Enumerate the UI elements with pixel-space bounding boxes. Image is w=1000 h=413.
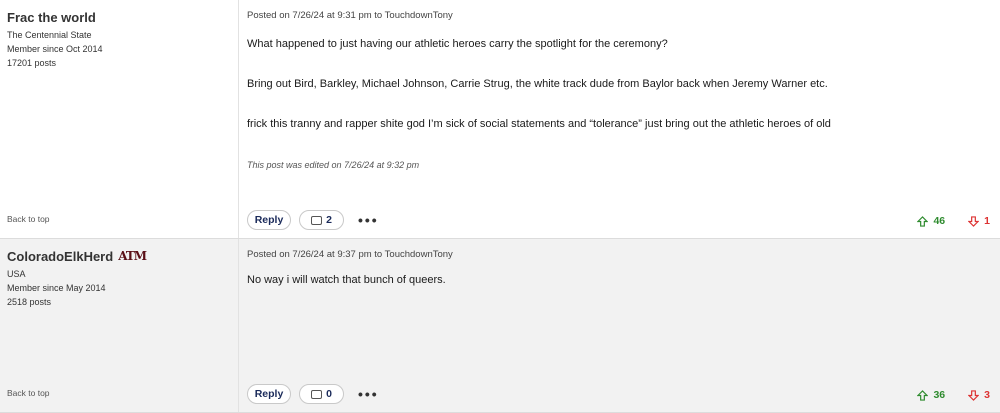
post-paragraph: No way i will watch that bunch of queers…	[247, 274, 446, 286]
author-meta: The Centennial State Member since Oct 20…	[7, 28, 238, 70]
post-count: 2518 posts	[7, 297, 52, 307]
username-link[interactable]: ColoradoElkHerd	[7, 249, 113, 264]
vote-controls: 36 3	[917, 389, 990, 401]
post-paragraph: frick this tranny and rapper shite god I…	[247, 118, 831, 130]
comments-button[interactable]: 2	[299, 210, 344, 230]
comment-bubble-icon	[311, 215, 323, 225]
post-count: 17201 posts	[7, 58, 57, 68]
team-logo-icon: ATM	[118, 249, 147, 263]
thumbs-up-arrow-icon	[917, 389, 929, 401]
post-actions: Reply 2 •••	[247, 210, 379, 230]
author-name[interactable]: Frac the world	[7, 9, 238, 25]
back-to-top-link[interactable]: Back to top	[7, 388, 50, 398]
downvote-button[interactable]: 3	[968, 389, 990, 401]
post-paragraph: Bring out Bird, Barkley, Michael Johnson…	[247, 78, 828, 90]
post-timestamp: Posted on 7/26/24 at 9:31 pm to Touchdow…	[247, 10, 453, 21]
post: ColoradoElkHerd ATM USA Member since May…	[0, 239, 1000, 413]
comment-bubble-icon	[311, 389, 323, 399]
upvote-count: 36	[933, 389, 946, 401]
edited-note: This post was edited on 7/26/24 at 9:32 …	[247, 160, 420, 170]
post-timestamp: Posted on 7/26/24 at 9:37 pm to Touchdow…	[247, 249, 453, 260]
post: Frac the world The Centennial State Memb…	[0, 0, 1000, 239]
author-location: The Centennial State	[7, 30, 92, 40]
downvote-button[interactable]: 1	[968, 215, 990, 227]
upvote-button[interactable]: 36	[917, 389, 945, 401]
thumbs-down-arrow-icon	[968, 389, 980, 401]
downvote-count: 1	[984, 215, 990, 227]
vote-controls: 46 1	[917, 215, 990, 227]
author-panel: ColoradoElkHerd ATM USA Member since May…	[0, 239, 239, 412]
post-paragraph: What happened to just having our athleti…	[247, 38, 668, 50]
reply-button[interactable]: Reply	[247, 384, 291, 404]
thumbs-up-arrow-icon	[917, 215, 929, 227]
comment-count: 0	[326, 388, 332, 400]
author-meta: USA Member since May 2014 2518 posts	[7, 267, 238, 309]
author-panel: Frac the world The Centennial State Memb…	[0, 0, 239, 238]
post-body: No way i will watch that bunch of queers…	[247, 273, 1000, 287]
member-since: Member since Oct 2014	[7, 44, 103, 54]
back-to-top-link[interactable]: Back to top	[7, 214, 50, 224]
author-name[interactable]: ColoradoElkHerd ATM	[7, 248, 238, 264]
author-location: USA	[7, 269, 26, 279]
more-dots-icon[interactable]: •••	[358, 387, 379, 401]
comments-button[interactable]: 0	[299, 384, 344, 404]
post-actions: Reply 0 •••	[247, 384, 379, 404]
reply-button[interactable]: Reply	[247, 210, 291, 230]
username-link[interactable]: Frac the world	[7, 10, 96, 25]
upvote-count: 46	[933, 215, 946, 227]
comment-count: 2	[326, 214, 332, 226]
more-dots-icon[interactable]: •••	[358, 213, 379, 227]
thumbs-down-arrow-icon	[968, 215, 980, 227]
upvote-button[interactable]: 46	[917, 215, 945, 227]
post-content: Posted on 7/26/24 at 9:37 pm to Touchdow…	[239, 239, 1000, 412]
post-body: What happened to just having our athleti…	[247, 37, 1000, 131]
member-since: Member since May 2014	[7, 283, 106, 293]
downvote-count: 3	[984, 389, 990, 401]
post-content: Posted on 7/26/24 at 9:31 pm to Touchdow…	[239, 0, 1000, 238]
